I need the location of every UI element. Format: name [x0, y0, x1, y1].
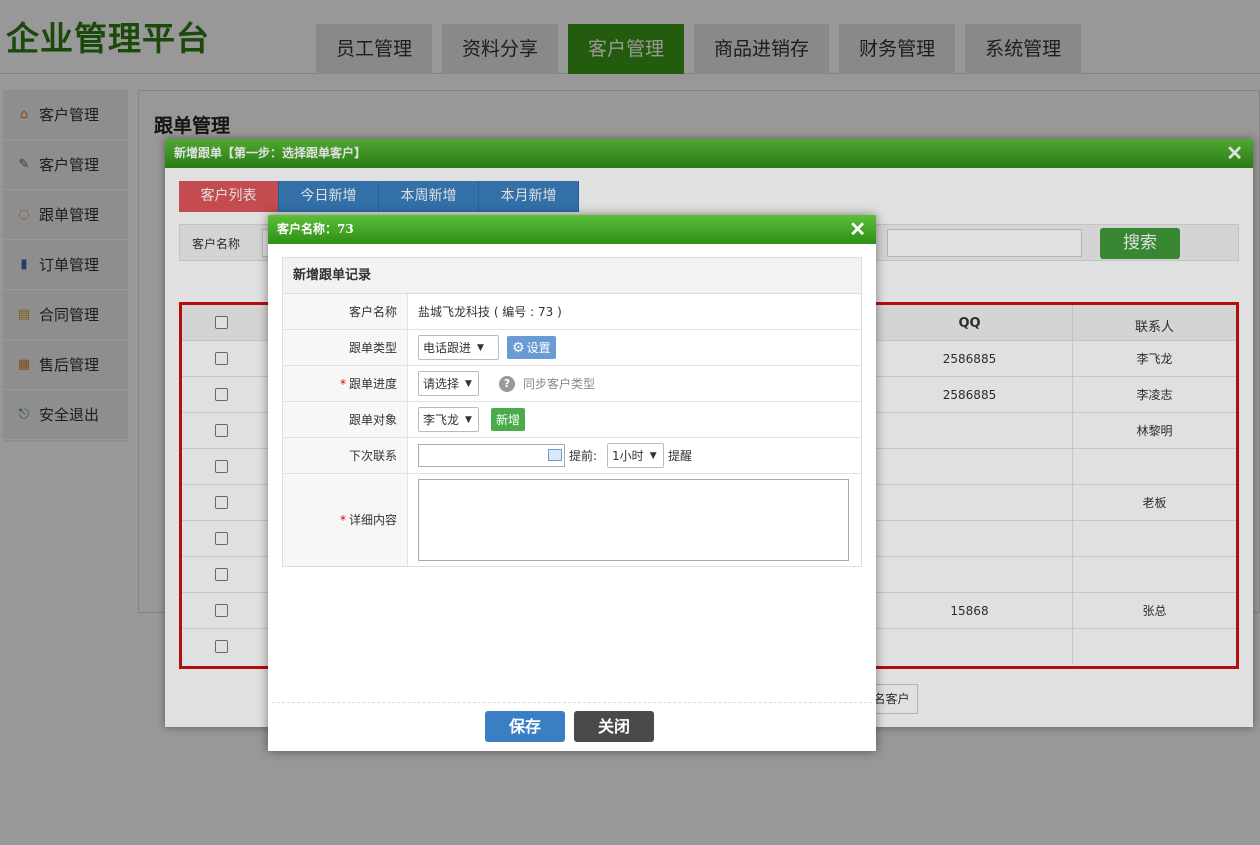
target-select-value: 李飞龙 — [423, 413, 460, 427]
add-followup-record-dialog: 客户名称：73 ✕ 新增跟单记录 客户名称 盐城飞龙科技 ( 编号 : 73 )… — [268, 215, 876, 751]
dialog-title: 客户名称：73 — [277, 222, 354, 236]
row-detail: * 详细内容 — [283, 474, 861, 566]
chevron-down-icon: ▼ — [465, 378, 472, 389]
chevron-down-icon: ▼ — [477, 342, 484, 353]
progress-select-value: 请选择 — [423, 377, 460, 391]
help-icon[interactable]: ? — [499, 375, 515, 392]
field-label: 下次联系 — [283, 438, 408, 473]
settings-button[interactable]: ⚙ 设置 — [507, 336, 556, 359]
save-button[interactable]: 保存 — [485, 711, 565, 742]
settings-button-label: 设置 — [526, 341, 551, 355]
field-label: * 跟单进度 — [283, 366, 408, 401]
progress-select[interactable]: 请选择 ▼ — [418, 371, 479, 396]
field-label-text: 详细内容 — [348, 513, 397, 527]
target-select[interactable]: 李飞龙 ▼ — [418, 407, 479, 432]
row-next-contact: 下次联系 提前: 1小时 ▼ 提醒 — [283, 438, 861, 474]
field-label: 跟单对象 — [283, 402, 408, 437]
sync-hint: 同步客户类型 — [523, 377, 596, 391]
field-label: 客户名称 — [283, 294, 408, 329]
calendar-icon[interactable] — [548, 449, 562, 461]
advance-select[interactable]: 1小时 ▼ — [607, 443, 665, 468]
gear-icon: ⚙ — [512, 339, 525, 356]
chevron-down-icon: ▼ — [649, 450, 657, 461]
type-select[interactable]: 电话跟进 ▼ — [418, 335, 499, 360]
form-title: 新增跟单记录 — [283, 258, 861, 294]
dialog-title-bar: 客户名称：73 ✕ — [268, 215, 876, 244]
customer-name-value: 盐城飞龙科技 ( 编号 : 73 ) — [418, 305, 562, 319]
advance-label: 提前: — [569, 449, 598, 463]
field-label: 跟单类型 — [283, 330, 408, 365]
row-progress: * 跟单进度 请选择 ▼ ? 同步客户类型 — [283, 366, 861, 402]
field-label: * 详细内容 — [283, 474, 408, 566]
type-select-value: 电话跟进 — [423, 341, 472, 355]
row-target: 跟单对象 李飞龙 ▼ 新增 — [283, 402, 861, 438]
close-icon[interactable]: ✕ — [849, 215, 866, 244]
required-mark: * — [339, 377, 346, 391]
detail-textarea[interactable] — [418, 479, 849, 561]
followup-form: 新增跟单记录 客户名称 盐城飞龙科技 ( 编号 : 73 ) 跟单类型 电话跟进… — [282, 257, 862, 567]
row-type: 跟单类型 电话跟进 ▼ ⚙ 设置 — [283, 330, 861, 366]
add-contact-button[interactable]: 新增 — [491, 408, 526, 431]
required-mark: * — [339, 513, 346, 527]
remind-label: 提醒 — [668, 449, 693, 463]
advance-select-value: 1小时 — [612, 449, 644, 463]
close-button[interactable]: 关闭 — [574, 711, 654, 742]
field-label-text: 跟单进度 — [348, 377, 397, 391]
row-customer-name: 客户名称 盐城飞龙科技 ( 编号 : 73 ) — [283, 294, 861, 330]
chevron-down-icon: ▼ — [465, 414, 472, 425]
next-contact-date-input[interactable] — [418, 444, 565, 467]
dialog-footer-divider — [272, 702, 872, 703]
